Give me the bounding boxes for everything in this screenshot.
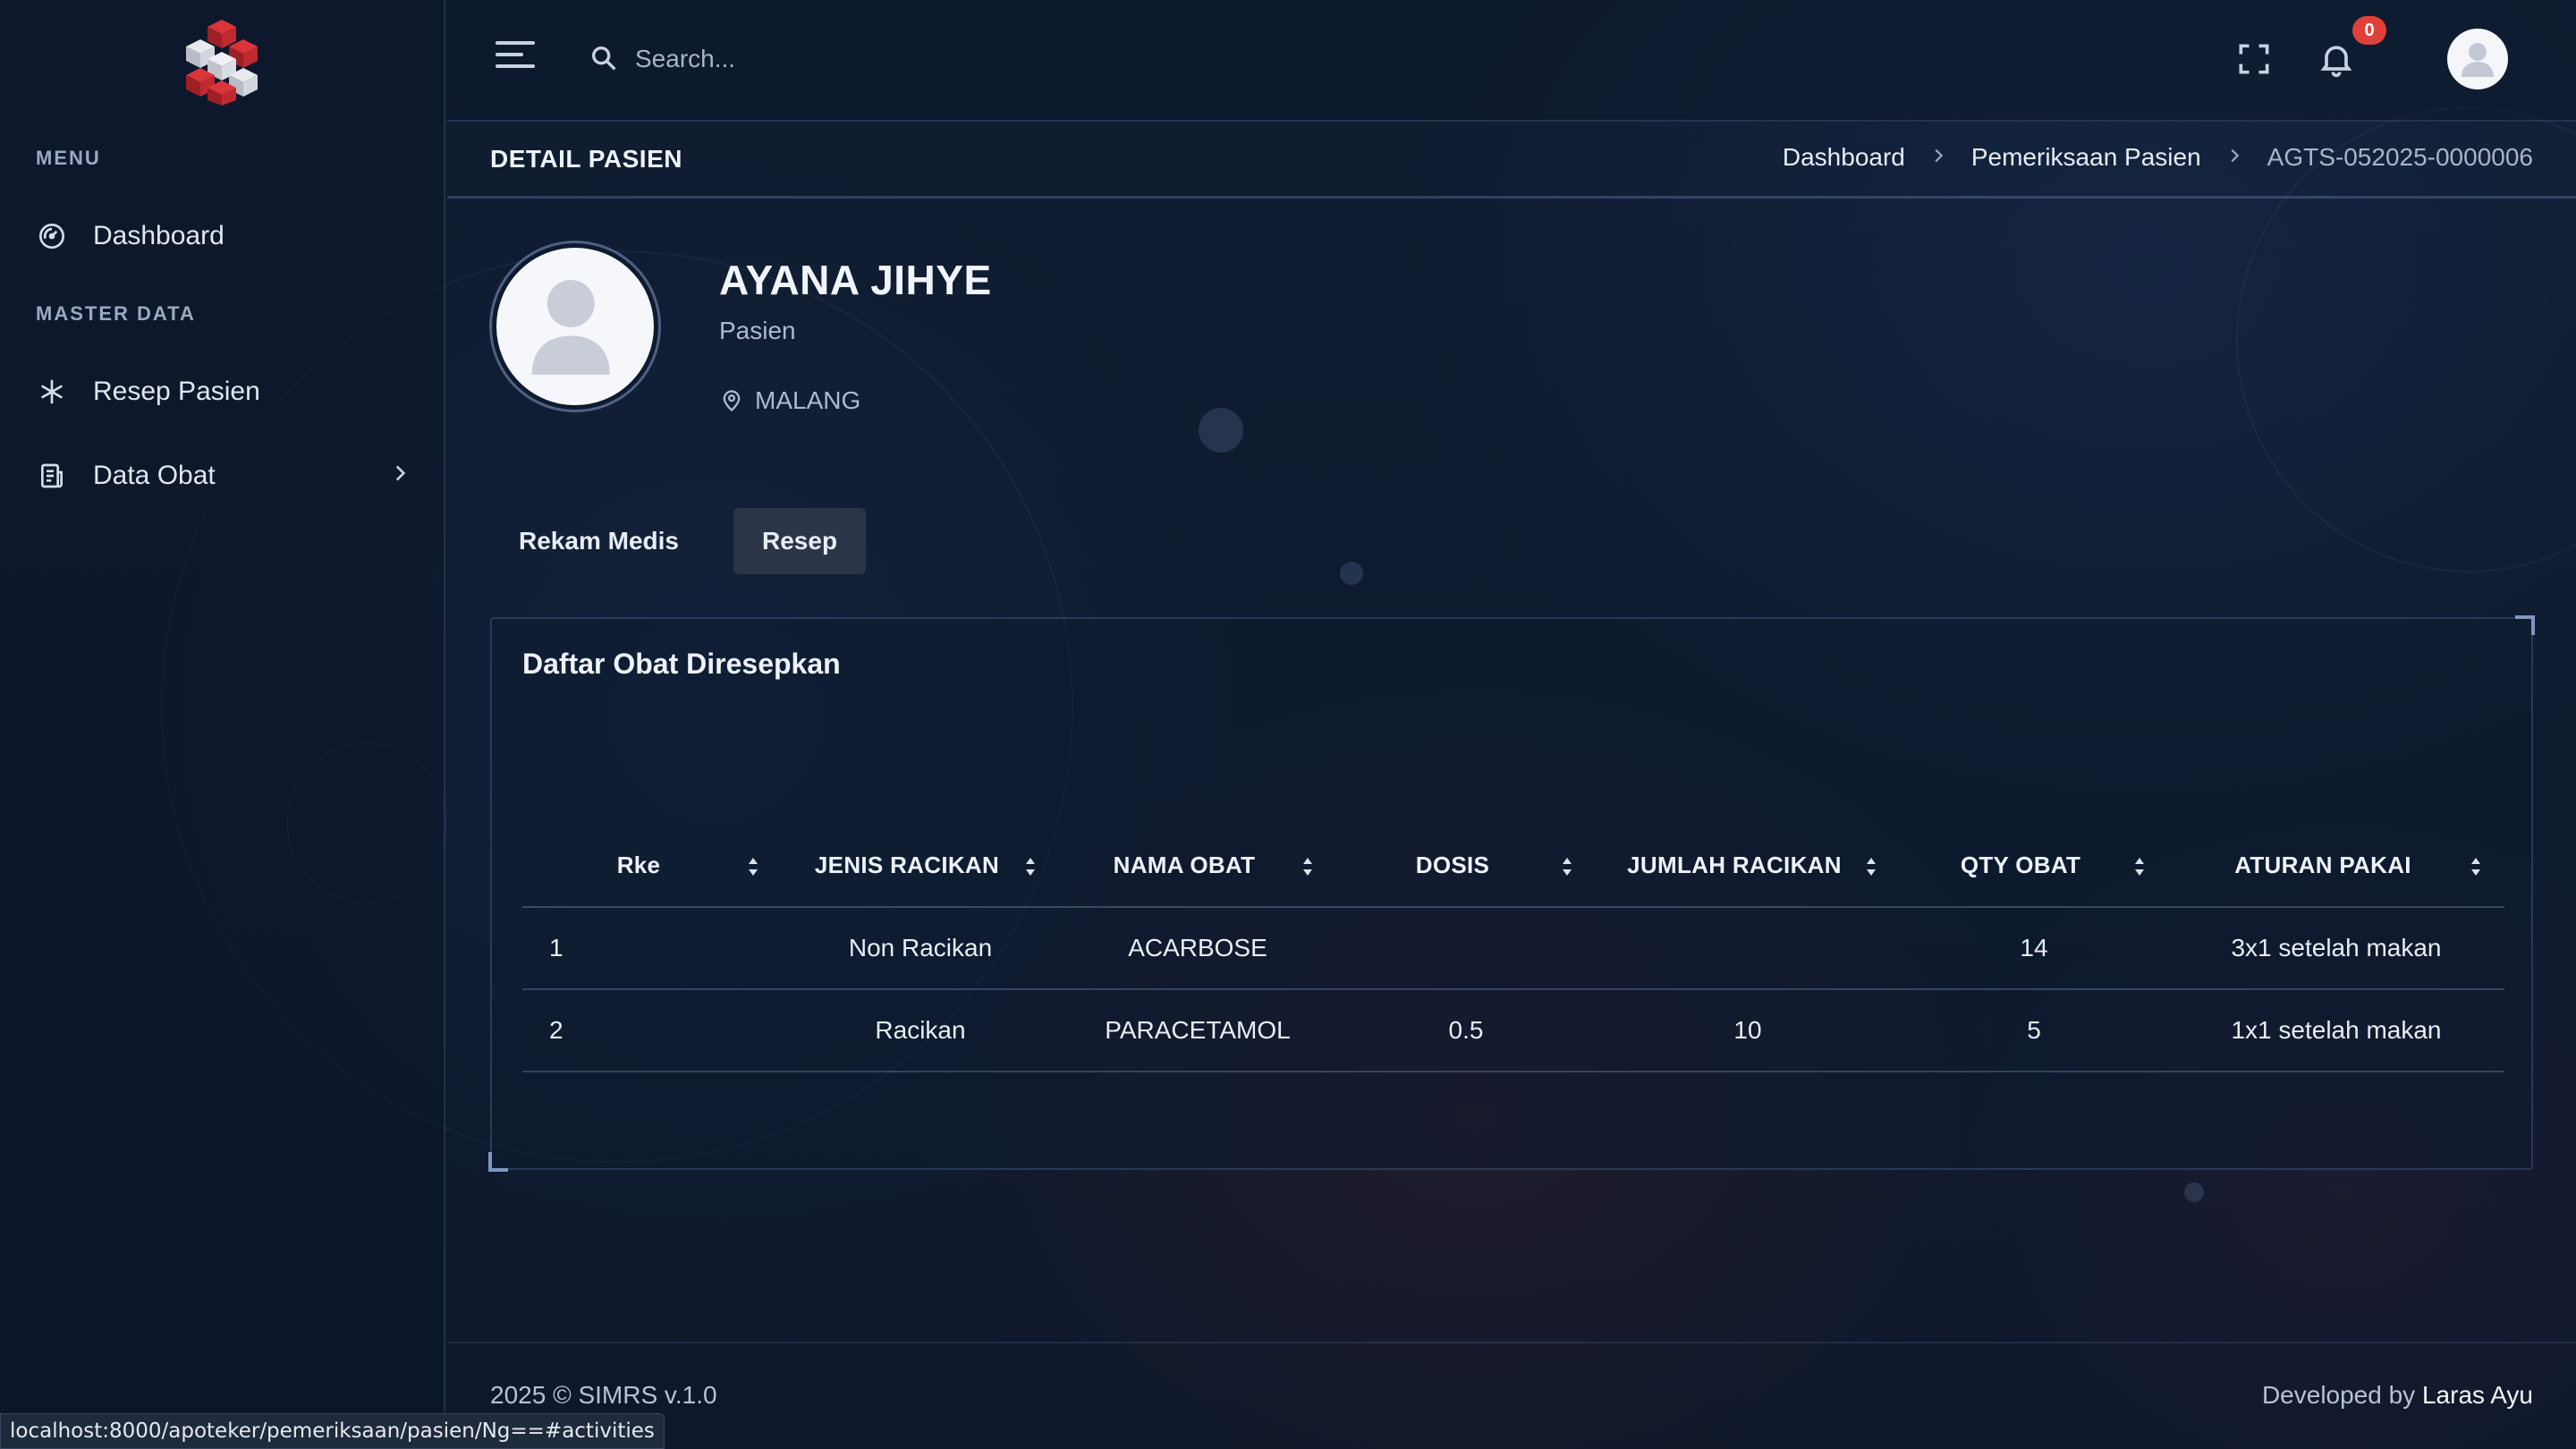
sidebar-item-label: Data Obat <box>93 461 216 490</box>
document-list-icon <box>36 460 68 492</box>
column-header-label: JUMLAH RACIKAN <box>1627 852 1842 878</box>
notification-bell-icon[interactable] <box>2317 39 2356 79</box>
background-dot <box>1199 408 1243 453</box>
sort-icon[interactable] <box>1560 855 1574 878</box>
table-cell: 3x1 setelah makan <box>2168 907 2504 990</box>
browser-status-url: localhost:8000/apoteker/pemeriksaan/pasi… <box>0 1413 665 1449</box>
column-header[interactable]: NAMA OBAT <box>1059 825 1336 908</box>
tab-resep[interactable]: Resep <box>733 508 867 574</box>
hamburger-line <box>496 64 535 68</box>
sort-icon[interactable] <box>746 855 760 878</box>
app-logo[interactable] <box>179 16 265 106</box>
column-header[interactable]: Rke <box>522 825 782 908</box>
footer: 2025 © SIMRS v.1.0 Developed by Laras Ay… <box>447 1342 2576 1449</box>
top-header: 0 <box>447 0 2576 122</box>
sidebar-item-label: Resep Pasien <box>93 377 260 406</box>
table-row: 2 Racikan PARACETAMOL 0.5 10 5 1x1 setelah mak… <box>522 989 2504 1072</box>
breadcrumb-link-dashboard[interactable]: Dashboard <box>1783 143 1905 172</box>
chevron-right-icon <box>1928 144 1948 172</box>
table-cell: 10 <box>1596 989 1900 1072</box>
sort-icon[interactable] <box>1864 855 1878 878</box>
prescription-table: Rke JENIS RACIKAN NAMA OBAT DOSIS JUMLAH RAC… <box>522 825 2504 1072</box>
menu-section-title: MENU <box>36 147 101 169</box>
column-header-label: QTY OBAT <box>1960 852 2081 878</box>
chevron-right-icon <box>388 462 411 491</box>
table-cell <box>1596 907 1900 990</box>
notification-count-badge: 0 <box>2352 16 2386 45</box>
sidebar-item-data-obat[interactable]: Data Obat <box>36 449 411 503</box>
patient-location: MALANG <box>719 386 860 415</box>
tab-rekam-medis[interactable]: Rekam Medis <box>490 508 708 574</box>
table-cell: PARACETAMOL <box>1059 989 1336 1072</box>
table-cell: ACARBOSE <box>1059 907 1336 990</box>
user-avatar[interactable] <box>2447 29 2508 89</box>
page-header: DETAIL PASIEN Dashboard Pemeriksaan Pasi… <box>447 123 2576 199</box>
sort-icon[interactable] <box>1023 855 1038 878</box>
dashboard-gauge-icon <box>36 220 68 252</box>
table-cell: 14 <box>1900 907 2168 990</box>
column-header-label: DOSIS <box>1415 852 1490 878</box>
table-cell: 0.5 <box>1336 989 1596 1072</box>
master-data-section-title: MASTER DATA <box>36 302 196 325</box>
table-body: 1 Non Racikan ACARBOSE 14 3x1 setelah makan 2… <box>522 907 2504 1072</box>
search-icon <box>589 43 619 73</box>
sidebar-item-label: Dashboard <box>93 221 225 250</box>
breadcrumb: Dashboard Pemeriksaan Pasien AGTS-052025… <box>1783 143 2533 172</box>
developer-credit: Developed by Laras Ayu <box>2262 1381 2533 1410</box>
background-dot <box>2184 1182 2204 1202</box>
patient-name: AYANA JIHYE <box>719 257 992 303</box>
column-header[interactable]: JENIS RACIKAN <box>782 825 1059 908</box>
developer-name[interactable]: Laras Ayu <box>2422 1381 2533 1409</box>
column-header[interactable]: ATURAN PAKAI <box>2168 825 2504 908</box>
hamburger-line <box>496 53 523 56</box>
column-header-label: Rke <box>616 852 661 878</box>
column-header[interactable]: QTY OBAT <box>1900 825 2168 908</box>
sidebar-item-dashboard[interactable]: Dashboard <box>36 209 411 263</box>
table-header-row: Rke JENIS RACIKAN NAMA OBAT DOSIS JUMLAH RAC… <box>522 825 2504 908</box>
developed-by-label: Developed by <box>2261 1381 2422 1409</box>
column-header-label: ATURAN PAKAI <box>2234 852 2411 878</box>
page-title: DETAIL PASIEN <box>490 145 682 173</box>
patient-role: Pasien <box>719 317 796 344</box>
card-corner <box>488 1152 508 1172</box>
asterisk-icon <box>36 376 68 408</box>
chevron-right-icon <box>2224 144 2244 172</box>
search-input[interactable] <box>635 34 1082 84</box>
column-header-label: NAMA OBAT <box>1113 852 1256 878</box>
card-title: Daftar Obat Diresepkan <box>522 648 841 680</box>
sort-icon[interactable] <box>1301 855 1315 878</box>
sort-icon[interactable] <box>2132 855 2147 878</box>
patient-avatar <box>492 243 658 410</box>
table-cell <box>1336 907 1596 990</box>
table-cell: 1 <box>522 907 782 990</box>
location-pin-icon <box>719 388 744 413</box>
column-header[interactable]: JUMLAH RACIKAN <box>1596 825 1900 908</box>
table-cell: 2 <box>522 989 782 1072</box>
sidebar-item-resep-pasien[interactable]: Resep Pasien <box>36 365 411 419</box>
menu-toggle-button[interactable] <box>496 41 535 77</box>
copyright-text: 2025 © SIMRS v.1.0 <box>490 1381 717 1409</box>
table-cell: 1x1 setelah makan <box>2168 989 2504 1072</box>
table-cell: 5 <box>1900 989 2168 1072</box>
sort-icon[interactable] <box>2469 855 2483 878</box>
breadcrumb-current: AGTS-052025-0000006 <box>2267 143 2533 171</box>
prescription-card: Daftar Obat Diresepkan Rke JENIS RACIKAN N… <box>488 615 2535 1172</box>
sidebar: MENU Dashboard MASTER DATA Resep Pasien <box>0 0 445 1449</box>
hamburger-line <box>496 41 535 45</box>
table-cell: Non Racikan <box>782 907 1059 990</box>
background-dot <box>1340 562 1363 585</box>
location-text: MALANG <box>755 386 861 414</box>
column-header[interactable]: DOSIS <box>1336 825 1596 908</box>
breadcrumb-link-pemeriksaan[interactable]: Pemeriksaan Pasien <box>1971 143 2201 172</box>
table-row: 1 Non Racikan ACARBOSE 14 3x1 setelah makan <box>522 907 2504 990</box>
fullscreen-icon[interactable] <box>2234 39 2274 79</box>
table-cell: Racikan <box>782 989 1059 1072</box>
column-header-label: JENIS RACIKAN <box>814 852 1000 878</box>
card-corner <box>2515 615 2535 635</box>
